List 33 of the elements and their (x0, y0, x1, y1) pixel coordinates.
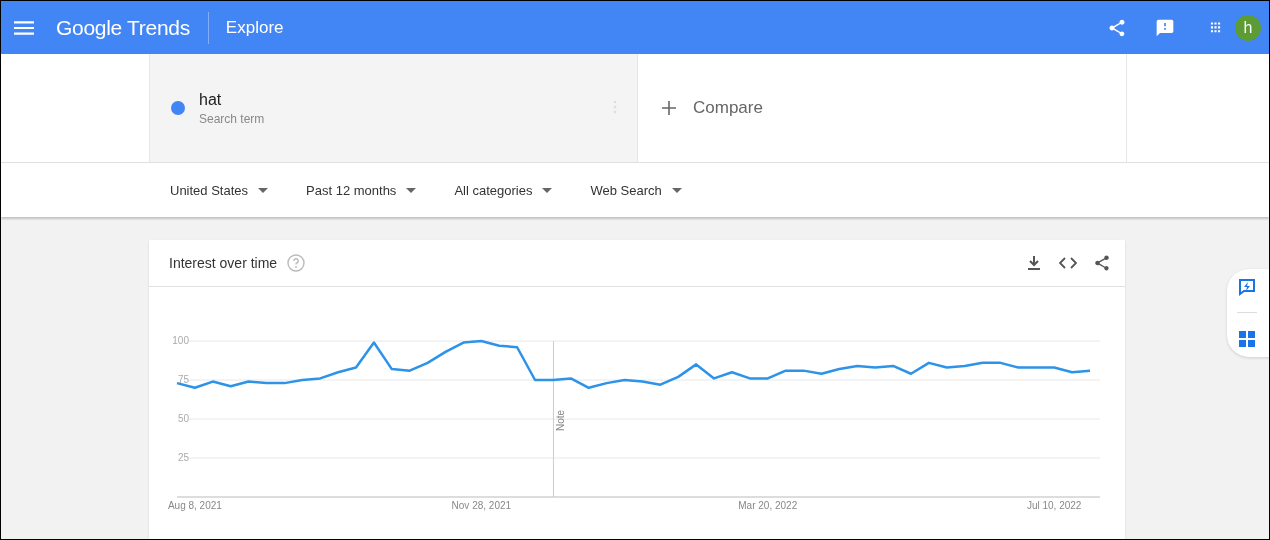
x-tick-label: Nov 28, 2021 (451, 500, 512, 511)
feedback-icon[interactable] (1237, 276, 1257, 297)
x-tick-label: Jul 10, 2022 (1026, 500, 1082, 511)
caret-icon (406, 187, 417, 193)
feedback-icon[interactable] (1155, 17, 1175, 38)
grid-icon[interactable] (1237, 329, 1257, 350)
menu-icon[interactable] (14, 20, 34, 35)
share-icon[interactable] (1093, 254, 1111, 272)
y-tick-label: 100 (172, 335, 189, 346)
help-icon[interactable] (287, 254, 306, 272)
caret-icon (671, 187, 682, 193)
search-term-card[interactable]: hat Search term (149, 54, 637, 162)
y-tick-label: 75 (177, 374, 189, 385)
logo[interactable]: Google Trends (56, 11, 209, 44)
term-subtitle: Search term (199, 111, 265, 126)
filter-dropdown[interactable]: Past 12 months (306, 182, 417, 198)
caret-icon (258, 187, 269, 193)
y-tick-label: 25 (177, 452, 189, 463)
x-tick-label: Mar 20, 2022 (738, 500, 798, 511)
share-icon[interactable] (1107, 17, 1127, 38)
caret-icon (542, 187, 553, 193)
card-title: Interest over time (169, 255, 278, 271)
term-name: hat (199, 90, 223, 109)
page-title: Explore (225, 17, 284, 38)
download-icon[interactable] (1025, 254, 1043, 272)
x-tick-label: Aug 8, 2021 (167, 500, 222, 511)
y-tick-label: 50 (177, 413, 189, 424)
plus-icon (662, 101, 676, 115)
filter-dropdown[interactable]: United States (170, 182, 269, 198)
filter-dropdown[interactable]: Web Search (590, 182, 682, 198)
compare-button[interactable]: Compare (637, 54, 1127, 162)
note-label: Note (554, 409, 566, 431)
filter-dropdown[interactable]: All categories (454, 182, 553, 198)
